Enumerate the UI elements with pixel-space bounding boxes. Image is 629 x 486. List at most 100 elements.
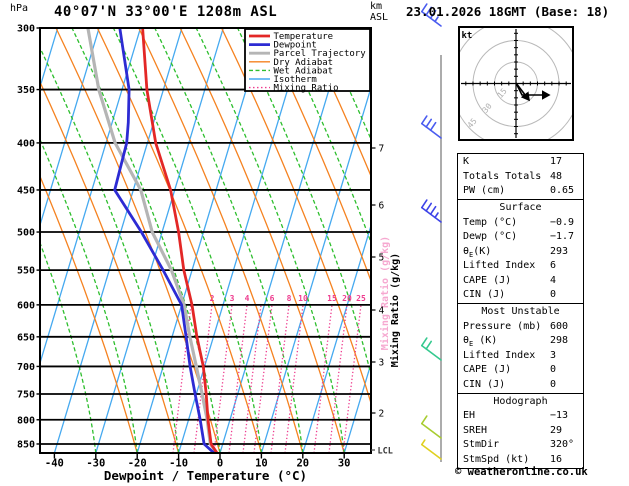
isotherm-line <box>0 28 16 453</box>
table-row-label: PW (cm) <box>463 185 506 196</box>
table-row-value: 293 <box>550 245 569 257</box>
table-row: EH −13 <box>458 409 583 424</box>
table-row: Pressure (mb) 600 <box>458 320 583 335</box>
table-row-label: θE(K) <box>463 245 492 259</box>
table-row-label: Totals Totals <box>463 170 542 182</box>
mixing-ratio-value-label: 8 <box>287 294 292 303</box>
table-row: CAPE (J) 0 <box>458 363 583 378</box>
skewt-sounding-page: { "header": { "pressure_unit": "hPa", "t… <box>0 0 629 486</box>
lcl-label: LCL <box>378 447 393 457</box>
mixing-ratio-value-label: 10 <box>298 294 308 303</box>
mixing-ratio-value-label: 25 <box>356 294 366 303</box>
table-row-value: 29 <box>550 424 563 436</box>
wind-barb-tick <box>420 199 428 209</box>
wind-barb-tick <box>429 205 437 215</box>
wind-barb-tick <box>425 202 433 212</box>
mixing-ratio-line <box>313 304 333 453</box>
pressure-tick-label: 650 <box>17 332 35 343</box>
pressure-tick-label: 300 <box>17 24 35 35</box>
pressure-tick-label: 850 <box>17 439 35 450</box>
table-row-label: CIN (J) <box>463 289 506 300</box>
wet-adiabat-line <box>40 241 97 453</box>
table-row-value: 48 <box>550 170 563 182</box>
table-section: Hodograph EH −13 SREH 29 StmDir 320° StmSpd (kt… <box>457 392 584 469</box>
wind-barb-shaft <box>420 206 442 223</box>
table-row-value: −1.7 <box>550 231 575 242</box>
table-row-value: 320° <box>550 439 575 450</box>
x-axis-title: Dewpoint / Temperature (°C) <box>103 468 308 483</box>
wind-barb <box>420 199 442 223</box>
table-row: Lifted Index 6 <box>458 259 583 274</box>
mixing-ratio-line <box>228 304 248 453</box>
table-row-label: K <box>463 156 470 167</box>
table-row-value: 0 <box>550 364 557 375</box>
valid-time-label: 23.01.2026 18GMT (Base: 18) <box>406 4 610 19</box>
table-row: StmSpd (kt) 16 <box>458 453 583 468</box>
wind-barb-shaft <box>420 122 442 139</box>
wind-barb-shaft <box>420 443 442 460</box>
table-row-label: StmSpd (kt) <box>463 453 530 465</box>
table-row: θE (K) 298 <box>458 334 583 349</box>
wind-barb <box>420 337 442 361</box>
wind-barb <box>420 115 442 139</box>
table-row: θE(K) 293 <box>458 245 583 260</box>
table-row-label: StmDir <box>463 439 500 450</box>
mixing-axis-label: Mixing Ratio (g/kg) <box>389 253 401 367</box>
wind-barb-tick <box>420 337 428 347</box>
dry-adiabat-line <box>594 28 629 453</box>
table-row-value: 16 <box>550 453 563 465</box>
table-row-label: Lifted Index <box>463 260 536 271</box>
table-row: CAPE (J) 4 <box>458 274 583 289</box>
table-row-label: CAPE (J) <box>463 274 512 286</box>
table-row-value: −13 <box>550 410 569 421</box>
table-row-label: θE (K) <box>463 335 498 348</box>
pressure-tick-label: 700 <box>17 362 35 373</box>
table-section: K 17 Totals Totals 48 PW (cm) 0.65 <box>457 153 584 201</box>
table-row: CIN (J) 0 <box>458 288 583 303</box>
table-row: Temp (°C) −0.9 <box>458 216 583 231</box>
table-section: Most Unstable Pressure (mb) 600 θE (K) 298 Li… <box>457 303 584 394</box>
table-row-label: EH <box>463 410 476 421</box>
pressure-tick-label: 550 <box>17 266 35 277</box>
table-row-label: CIN (J) <box>463 378 506 390</box>
pressure-tick-label: 350 <box>17 85 35 96</box>
wind-barb-tick <box>429 121 437 131</box>
mixing-ratio-value-label: 2 <box>210 294 215 303</box>
table-row: K 17 <box>458 155 583 170</box>
table-row: PW (cm) 0.65 <box>458 184 583 199</box>
km-unit: km <box>370 1 383 12</box>
wet-adiabat-line <box>610 28 629 453</box>
chart-title: 40°07'N 33°00'E 1208m ASL <box>54 4 278 20</box>
table-row-value: 298 <box>550 335 569 346</box>
hodograph-unit-label: kt <box>462 31 473 41</box>
wind-barb <box>420 415 442 439</box>
table-row-value: 3 <box>550 349 557 361</box>
table-row: SREH 29 <box>458 424 583 439</box>
table-row-label: Temp (°C) <box>463 216 518 228</box>
pressure-tick-label: 600 <box>17 300 35 311</box>
mixing-ratio-value-label: 6 <box>270 294 275 303</box>
table-row-label: Lifted Index <box>463 349 536 361</box>
km-tick-label: 7 <box>379 144 385 155</box>
wind-barb-tick <box>420 415 428 425</box>
pressure-tick-label: 500 <box>17 228 35 239</box>
table-row-label: SREH <box>463 424 488 436</box>
km-tick-label: 4 <box>379 306 385 317</box>
wind-barb-tick <box>425 340 433 350</box>
legend-label: Mixing Ratio <box>274 84 339 94</box>
km-tick-label: 5 <box>379 253 385 264</box>
table-row: StmDir 320° <box>458 438 583 453</box>
pressure-tick-label: 800 <box>17 415 35 426</box>
table-row-value: 0.65 <box>550 185 575 196</box>
wind-barb-shaft <box>420 422 442 439</box>
table-row-label: Pressure (mb) <box>463 320 542 332</box>
table-row-value: 6 <box>550 260 557 271</box>
pressure-unit-label: hPa <box>10 3 29 14</box>
table-row-label: Dewp (°C) <box>463 231 518 242</box>
indices-table: K 17 Totals Totals 48 PW (cm) 0.65 Surface Temp… <box>457 153 584 469</box>
mixing-ratio-value-label: 20 <box>342 294 352 303</box>
wind-barb <box>420 439 442 460</box>
table-row: Dewp (°C) −1.7 <box>458 230 583 245</box>
km-tick-label: 3 <box>379 358 385 369</box>
asl-unit: ASL <box>370 12 389 23</box>
